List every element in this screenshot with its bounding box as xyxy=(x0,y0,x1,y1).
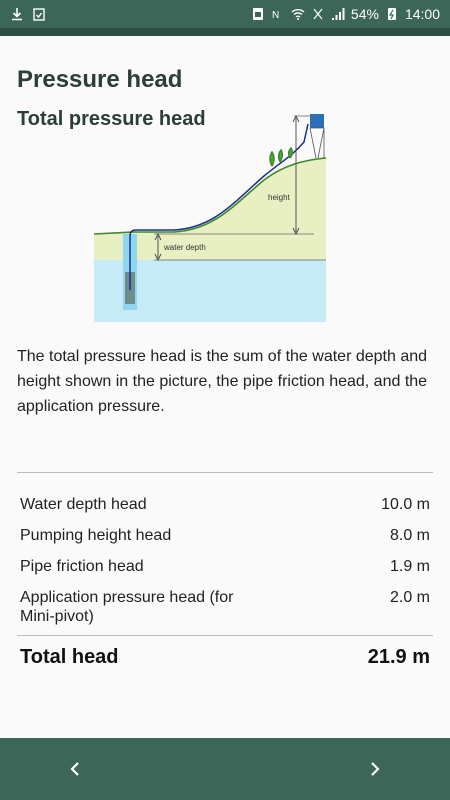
status-right: N 54% 14:00 xyxy=(251,6,440,22)
head-row-pipe-friction: Pipe friction head 1.9 m xyxy=(17,554,433,579)
head-label: Pumping height head xyxy=(20,527,172,544)
status-left xyxy=(10,7,46,21)
total-label: Total head xyxy=(20,646,119,668)
head-value: 8.0 m xyxy=(389,527,430,544)
alarm-icon xyxy=(252,8,263,20)
divider-total xyxy=(17,635,433,636)
head-row-water-depth: Water depth head 10.0 m xyxy=(17,492,433,517)
page-title: Pressure head xyxy=(17,66,183,93)
total-row: Total head 21.9 m xyxy=(17,646,433,669)
next-button[interactable] xyxy=(345,738,405,800)
water-depth-label: water depth xyxy=(163,243,206,252)
signal-icon xyxy=(331,8,345,20)
head-row-application-pressure: Application pressure head (for Mini-pivo… xyxy=(17,585,433,629)
battery-percent: 54% xyxy=(350,6,379,22)
head-value: 2.0 m xyxy=(389,589,430,606)
head-row-pumping-height: Pumping height head 8.0 m xyxy=(17,523,433,548)
mute-icon xyxy=(313,8,323,20)
description: The total pressure head is the sum of th… xyxy=(17,348,428,415)
clock: 14:00 xyxy=(404,6,440,22)
head-value: 10.0 m xyxy=(381,496,430,513)
chevron-right-icon xyxy=(371,762,380,776)
head-label: Application pressure head (for Mini-pivo… xyxy=(20,589,234,625)
status-bar: N 54% 14:00 xyxy=(0,0,450,28)
head-table: Water depth head 10.0 m Pumping height h… xyxy=(17,456,433,629)
head-value: 1.9 m xyxy=(389,558,430,575)
height-label: height xyxy=(268,193,291,202)
head-label: Pipe friction head xyxy=(20,558,144,575)
bottom-nav xyxy=(0,738,450,800)
previous-button[interactable] xyxy=(45,738,105,800)
total-value: 21.9 m xyxy=(367,646,430,668)
download-icon xyxy=(12,8,22,21)
head-label: Water depth head xyxy=(20,496,147,513)
pressure-head-diagram: height water depth xyxy=(94,114,326,322)
chevron-left-icon xyxy=(70,762,79,776)
svg-text:N: N xyxy=(272,10,279,21)
clipboard-check-icon xyxy=(33,8,45,21)
nfc-icon: N xyxy=(272,10,279,21)
battery-icon xyxy=(387,8,396,20)
wifi-icon xyxy=(291,9,305,20)
toolbar-shadow xyxy=(0,28,450,36)
tower-frame xyxy=(309,127,325,159)
